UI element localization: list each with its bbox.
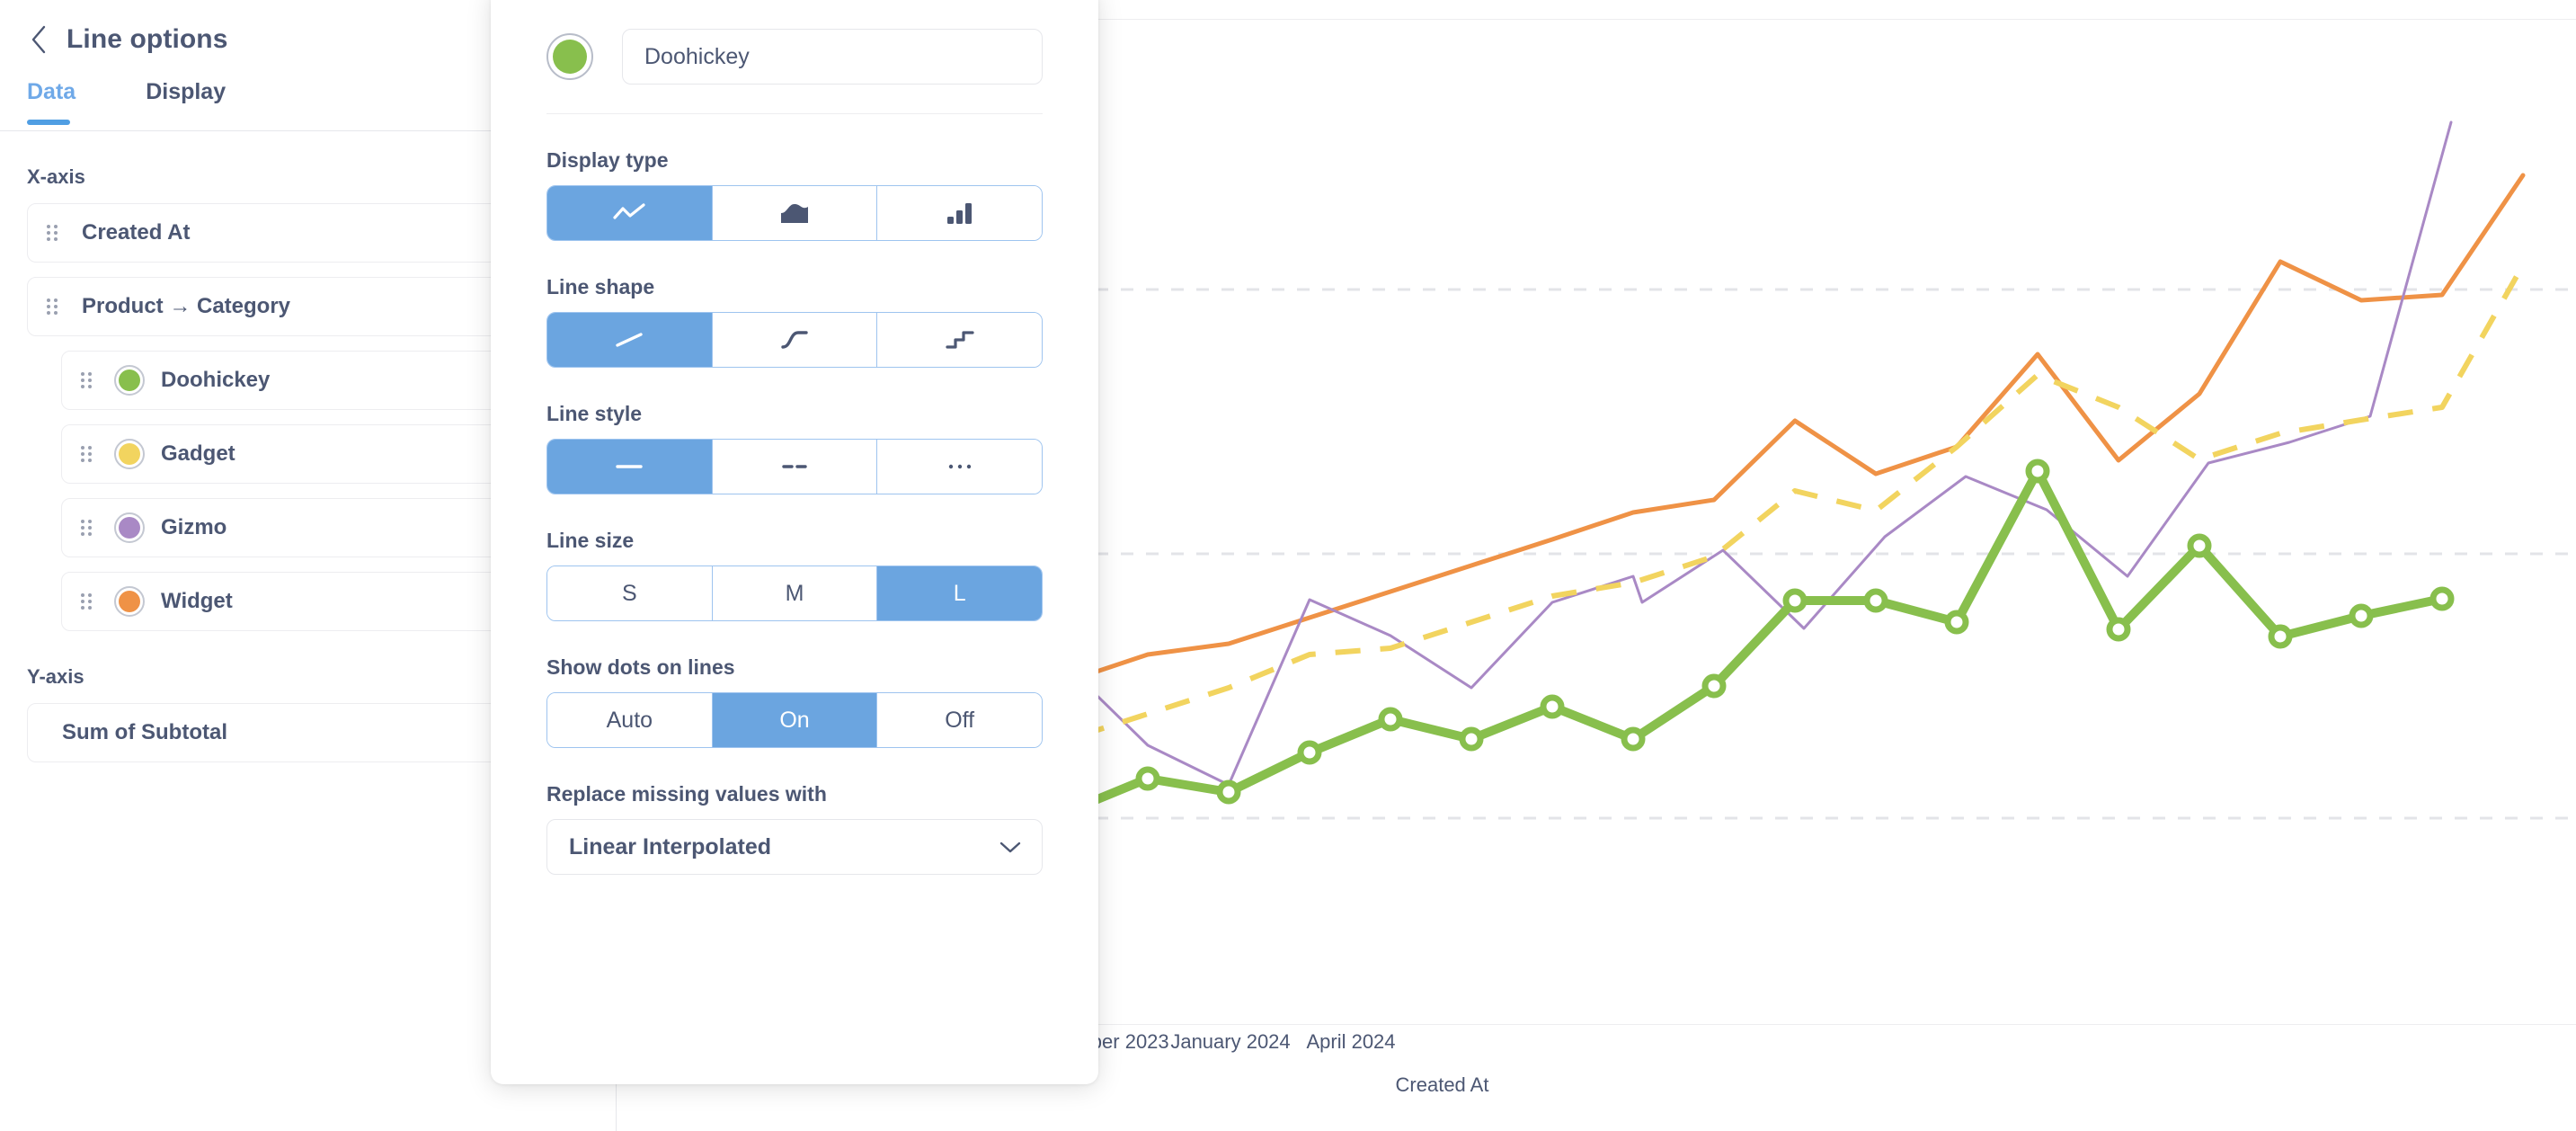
- drag-handle-icon[interactable]: [80, 589, 100, 614]
- display-type-option-bar[interactable]: [877, 186, 1042, 240]
- line-shape-segmented-control: [546, 312, 1043, 368]
- line-shape-label: Line shape: [546, 275, 655, 298]
- line-step-icon: [945, 329, 975, 351]
- series-label: Gadget: [161, 441, 235, 466]
- color-dot: [119, 443, 140, 465]
- popup-divider: [546, 113, 1043, 114]
- field-label: Created At: [82, 220, 191, 245]
- series-label: Widget: [161, 589, 233, 613]
- color-dot: [119, 370, 140, 391]
- series-label: Gizmo: [161, 515, 227, 539]
- series-settings-header: Doohickey: [546, 29, 1043, 85]
- series-label: Doohickey: [161, 368, 271, 392]
- show-dots-segmented-control: Auto On Off: [546, 692, 1043, 748]
- line-size-option-s[interactable]: S: [547, 566, 713, 620]
- missing-values-value: Linear Interpolated: [569, 833, 772, 859]
- line-style-option-solid[interactable]: [547, 440, 713, 494]
- chart-xaxis-title-text: Created At: [1395, 1073, 1489, 1096]
- xtick-label: January 2024: [1170, 1030, 1291, 1053]
- show-dots-label: Show dots on lines: [546, 655, 735, 679]
- line-shape-option-curve[interactable]: [712, 313, 878, 367]
- show-dots-option-off[interactable]: Off: [877, 693, 1042, 747]
- line-size-segmented-control: S M L: [546, 566, 1043, 621]
- show-dots-option-on[interactable]: On: [712, 693, 878, 747]
- page-title: Line options: [67, 24, 228, 54]
- bar-chart-icon: [946, 201, 974, 225]
- line-size-option-l[interactable]: L: [877, 566, 1042, 620]
- drag-handle-icon[interactable]: [80, 515, 100, 540]
- missing-values-label: Replace missing values with: [546, 782, 827, 806]
- missing-values-select[interactable]: Linear Interpolated: [546, 819, 1043, 875]
- series-color-swatch[interactable]: [546, 33, 593, 80]
- line-size-label: Line size: [546, 529, 635, 552]
- line-solid-icon: [614, 462, 644, 471]
- display-type-option-line[interactable]: [547, 186, 713, 240]
- line-curve-icon: [779, 329, 810, 351]
- color-swatch-widget[interactable]: [114, 586, 145, 617]
- color-dot: [553, 40, 587, 74]
- line-style-option-dotted[interactable]: [877, 440, 1042, 494]
- chevron-down-icon: [999, 834, 1022, 860]
- color-dot: [119, 591, 140, 612]
- drag-handle-icon[interactable]: [80, 441, 100, 467]
- line-shape-option-linear[interactable]: [547, 313, 713, 367]
- area-chart-icon: [779, 201, 810, 225]
- tab-display[interactable]: Display: [146, 79, 226, 125]
- field-label: Sum of Subtotal: [62, 720, 227, 744]
- line-style-label: Line style: [546, 402, 643, 425]
- line-shape-option-step[interactable]: [877, 313, 1042, 367]
- color-swatch-gadget[interactable]: [114, 439, 145, 469]
- display-type-label: Display type: [546, 148, 669, 172]
- line-dotted-icon: [945, 462, 975, 471]
- line-style-segmented-control: [546, 439, 1043, 494]
- tab-data[interactable]: Data: [27, 79, 76, 125]
- drag-handle-icon[interactable]: [80, 368, 100, 393]
- line-straight-icon: [614, 330, 644, 350]
- color-swatch-gizmo[interactable]: [114, 512, 145, 543]
- color-dot: [119, 517, 140, 539]
- xtick-label: April 2024: [1306, 1030, 1396, 1053]
- drag-handle-icon[interactable]: [46, 220, 66, 245]
- series-settings-popover: Doohickey Display type Line shape Line s…: [491, 0, 1098, 1084]
- show-dots-option-auto[interactable]: Auto: [547, 693, 713, 747]
- line-chart-icon: [613, 203, 645, 223]
- drag-handle-icon[interactable]: [46, 294, 66, 319]
- line-style-option-dashed[interactable]: [712, 440, 878, 494]
- color-swatch-doohickey[interactable]: [114, 365, 145, 396]
- line-size-option-m[interactable]: M: [712, 566, 878, 620]
- display-type-segmented-control: [546, 185, 1043, 241]
- series-name-input[interactable]: Doohickey: [622, 29, 1043, 85]
- field-label: Product → Category: [82, 294, 291, 318]
- line-dashed-icon: [779, 462, 810, 471]
- display-type-option-area[interactable]: [712, 186, 878, 240]
- chevron-left-icon[interactable]: [27, 25, 50, 54]
- app-root: …ohickey: [0, 0, 2576, 1131]
